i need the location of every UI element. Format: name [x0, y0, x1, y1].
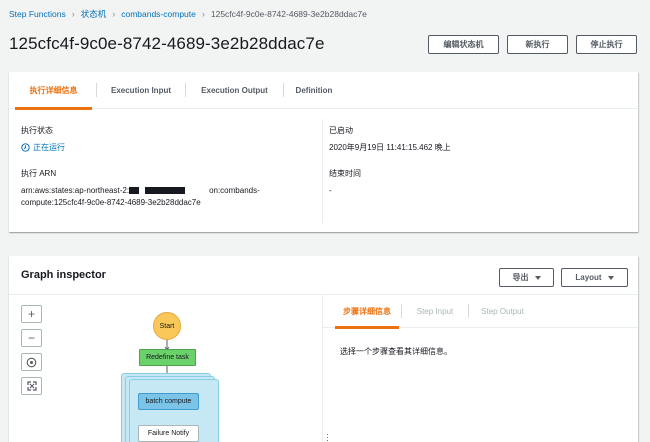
graph-node-start[interactable]: Start	[153, 312, 181, 340]
chevron-right-icon: ›	[71, 9, 75, 19]
fit-to-screen-button[interactable]	[21, 377, 42, 395]
zoom-out-button[interactable]: −	[21, 329, 42, 347]
header-actions: 编辑状态机 新执行 停止执行	[428, 35, 637, 54]
zoom-controls: + −	[21, 305, 42, 395]
arn-field: 执行 ARN arn:aws:states:ap-northeast-2: on:…	[21, 168, 301, 209]
step-hint-text: 选择一个步骤查看其详细信息。	[340, 347, 452, 356]
layout-label: Layout	[575, 273, 602, 282]
graph-body: + − Start Redefine task batch compute Fa…	[9, 294, 638, 442]
started-value: 2020年9月19日 11:41:15.462 晚上	[329, 143, 451, 152]
graph-node-redefine-task[interactable]: Redefine task	[139, 349, 196, 366]
tab-step-output[interactable]: Step Output	[469, 295, 536, 328]
graph-title: Graph inspector	[21, 269, 106, 281]
breadcrumb-step-functions[interactable]: Step Functions	[9, 9, 66, 19]
stop-execution-button[interactable]: 停止执行	[576, 35, 637, 54]
step-tabs: 步骤详细信息 Step Input Step Output	[323, 295, 638, 329]
graph-node-batch-compute[interactable]: batch compute	[138, 393, 199, 410]
status-field: 执行状态 正在运行	[21, 125, 65, 153]
zoom-in-button[interactable]: +	[21, 305, 42, 323]
step-details-panel: 步骤详细信息 Step Input Step Output 选择一个步骤查看其详…	[323, 295, 638, 442]
graph-node-failure-notify[interactable]: Failure Notify	[138, 425, 199, 442]
graph-canvas[interactable]: + − Start Redefine task batch compute Fa…	[9, 295, 322, 442]
chevron-right-icon: ›	[201, 9, 205, 19]
export-dropdown-button[interactable]: 导出	[499, 268, 554, 287]
ended-label: 结束时间	[329, 169, 361, 178]
tab-step-details[interactable]: 步骤详细信息	[333, 295, 401, 329]
breadcrumb-state-machines[interactable]: 状态机	[81, 8, 107, 20]
detail-tabs: 执行详细信息 Execution Input Execution Output …	[9, 72, 638, 110]
edit-state-machine-button[interactable]: 编辑状态机	[428, 35, 499, 54]
target-icon	[26, 357, 37, 367]
breadcrumb: Step Functions › 状态机 › combands-compute …	[9, 8, 367, 20]
graph-header: Graph inspector 导出 Layout	[9, 256, 638, 294]
redaction-mask	[145, 187, 186, 194]
layout-dropdown-button[interactable]: Layout	[561, 268, 628, 287]
export-label: 导出	[512, 273, 529, 282]
breadcrumb-current: 125cfc4f-9c0e-8742-4689-3e2b28ddac7e	[210, 9, 367, 19]
details-grid: 执行状态 正在运行 执行 ARN arn:aws:states:ap-north…	[9, 109, 638, 231]
fit-to-screen-icon	[26, 381, 37, 391]
tab-execution-output[interactable]: Execution Output	[186, 72, 283, 109]
arn-part-1: arn:aws:states:ap-northeast-2:	[21, 186, 130, 195]
status-label: 执行状态	[21, 126, 53, 135]
caret-down-icon	[607, 275, 614, 280]
center-graph-button[interactable]	[21, 353, 42, 371]
status-value: 正在运行	[33, 143, 65, 152]
column-divider	[322, 119, 323, 223]
started-label: 已启动	[329, 126, 353, 135]
tab-execution-details[interactable]: 执行详细信息	[11, 72, 96, 110]
graph-actions: 导出 Layout	[499, 268, 628, 287]
ended-value: -	[329, 186, 332, 195]
arn-part-2: on:combands-	[209, 186, 260, 195]
caret-down-icon	[534, 275, 541, 280]
arn-value: arn:aws:states:ap-northeast-2: on:comband…	[21, 185, 301, 209]
tab-definition[interactable]: Definition	[284, 72, 344, 109]
started-field: 已启动 2020年9月19日 11:41:15.462 晚上	[329, 125, 451, 154]
status-badge: 正在运行	[21, 142, 65, 153]
chevron-right-icon: ›	[112, 9, 116, 19]
graph-inspector-panel: Graph inspector 导出 Layout + − Start Rede…	[9, 256, 638, 442]
arn-part-3: compute:125cfc4f-9c0e-8742-4689-3e2b28dd…	[21, 198, 201, 207]
running-clock-icon	[21, 143, 30, 152]
new-execution-button[interactable]: 新执行	[507, 35, 568, 54]
tab-execution-input[interactable]: Execution Input	[97, 72, 185, 109]
breadcrumb-state-machine[interactable]: combands-compute	[121, 9, 196, 19]
redaction-mask	[129, 187, 140, 194]
arn-label: 执行 ARN	[21, 169, 57, 178]
ended-field: 结束时间 -	[329, 168, 361, 197]
execution-details-panel: 执行详细信息 Execution Input Execution Output …	[9, 72, 638, 232]
page-title: 125cfc4f-9c0e-8742-4689-3e2b28ddac7e	[9, 34, 325, 53]
tab-step-input[interactable]: Step Input	[402, 295, 468, 328]
